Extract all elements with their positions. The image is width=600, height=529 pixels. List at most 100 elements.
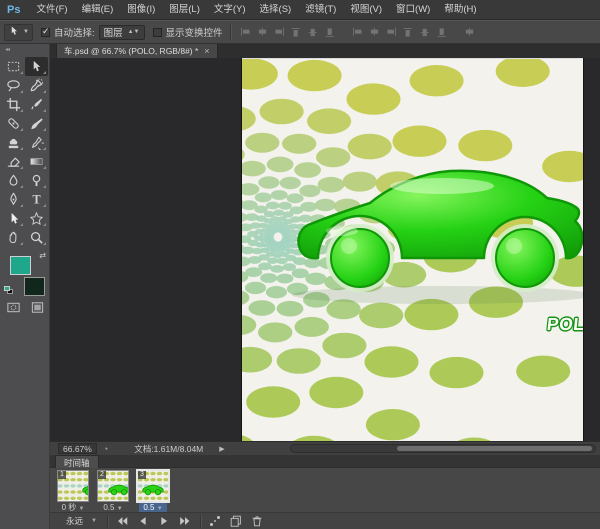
brush-tool[interactable]	[25, 114, 48, 133]
timeline-tab-bar: 时间轴	[50, 455, 600, 468]
show-transform-checkbox[interactable]	[152, 27, 162, 37]
menu-item-window[interactable]: 窗口(W)	[389, 0, 437, 20]
align-icon	[384, 25, 399, 40]
delete-frame-button[interactable]	[247, 514, 268, 529]
auto-select-target-dropdown[interactable]: 图层 ▲▼	[98, 24, 145, 40]
document-tab[interactable]: 车.psd @ 66.7% (POLO, RGB/8#) * ×	[56, 44, 218, 58]
first-frame-button[interactable]	[112, 514, 133, 529]
dodge-tool[interactable]	[25, 171, 48, 190]
align-icon	[238, 25, 253, 40]
swap-colors-icon[interactable]: ⇄	[39, 251, 46, 260]
canvas-image[interactable]: POLO	[242, 59, 583, 443]
tools-panel: ◂◂ T ⇄	[0, 44, 50, 529]
default-colors-icon[interactable]	[4, 286, 13, 294]
auto-select-label: 自动选择:	[53, 28, 95, 39]
align-icon	[272, 25, 287, 40]
pen-tool[interactable]	[2, 190, 25, 209]
type-tool[interactable]: T	[25, 190, 48, 209]
status-bar: 66.67% ◔ 文档:1.61M/8.04M ▶	[50, 441, 600, 455]
hand-tool[interactable]	[2, 228, 25, 247]
show-transform-label: 显示变换控件	[165, 28, 223, 39]
separator	[106, 514, 108, 528]
menu-item-filter[interactable]: 滤镜(T)	[298, 0, 343, 20]
quick-mask-icon[interactable]	[6, 300, 21, 320]
auto-select-target-value: 图层	[103, 28, 123, 39]
loop-count-dropdown[interactable]: 永远 ▼	[60, 515, 103, 527]
photoshop-window: Ps 文件(F) 编辑(E) 图像(I) 图层(L) 文字(Y) 选择(S) 滤镜(T) 视图…	[0, 0, 600, 529]
panel-collapse-icon[interactable]: ◂◂	[0, 44, 49, 57]
frame-number: 1	[58, 471, 66, 479]
timeline-panel: 时间轴 10 秒 ▼ 2 0.5 ▼ 3 0.5 ▼ 永远 ▼	[50, 455, 600, 529]
tab-timeline[interactable]: 时间轴	[55, 455, 99, 468]
crop-tool[interactable]	[2, 95, 25, 114]
frame-thumbnail[interactable]: 3	[136, 469, 170, 503]
close-icon[interactable]: ×	[204, 46, 209, 56]
menu-item-select[interactable]: 选择(S)	[253, 0, 299, 20]
eyedropper-tool[interactable]	[25, 95, 48, 114]
align-icon	[350, 25, 365, 40]
horizontal-scrollbar[interactable]	[290, 444, 596, 453]
animation-frame-2[interactable]: 2 0.5 ▼	[95, 470, 131, 512]
eraser-tool[interactable]	[2, 152, 25, 171]
spot-healing-brush-tool[interactable]	[2, 114, 25, 133]
align-icon	[462, 25, 477, 40]
chevron-down-icon: ▼	[23, 29, 29, 35]
move-tool[interactable]	[25, 57, 48, 76]
clone-stamp-tool[interactable]	[2, 133, 25, 152]
smudge-tool[interactable]	[2, 171, 25, 190]
animation-frame-3[interactable]: 3 0.5 ▼	[135, 469, 171, 514]
svg-text:T: T	[32, 193, 40, 207]
rectangular-marquee-tool[interactable]	[2, 57, 25, 76]
loop-count-value: 永远	[66, 516, 84, 526]
document-tab-bar: 车.psd @ 66.7% (POLO, RGB/8#) * ×	[50, 44, 600, 58]
align-icon	[306, 25, 321, 40]
separator	[229, 24, 231, 40]
gradient-tool[interactable]	[25, 152, 48, 171]
play-button[interactable]	[154, 514, 175, 529]
lasso-tool[interactable]	[2, 76, 25, 95]
menu-item-view[interactable]: 视图(V)	[343, 0, 389, 20]
auto-select-checkbox[interactable]	[40, 26, 50, 37]
ps-logo: Ps	[7, 3, 21, 16]
animation-frame-1[interactable]: 10 秒 ▼	[55, 470, 104, 512]
history-brush-tool[interactable]	[25, 133, 48, 152]
foreground-color-swatch[interactable]	[10, 256, 31, 275]
menu-item-layer[interactable]: 图层(L)	[162, 0, 207, 20]
menu-item-help[interactable]: 帮助(H)	[437, 0, 483, 20]
canvas-workspace: POLO	[50, 58, 600, 443]
menu-item-type[interactable]: 文字(Y)	[207, 0, 253, 20]
tool-grid: T	[0, 57, 49, 247]
quick-selection-tool[interactable]	[25, 76, 48, 95]
align-icon	[401, 25, 416, 40]
menu-items: 文件(F) 编辑(E) 图像(I) 图层(L) 文字(Y) 选择(S) 滤镜(T) 视图(V)…	[29, 0, 483, 20]
document-size-info: 文档:1.61M/8.04M	[134, 443, 204, 454]
align-distribute-icons	[238, 25, 477, 40]
status-menu-arrow-icon[interactable]: ▶	[219, 445, 224, 453]
custom-shape-tool[interactable]	[25, 209, 48, 228]
align-icon	[255, 25, 270, 40]
frame-thumbnail[interactable]: 1	[57, 470, 104, 502]
menu-item-edit[interactable]: 编辑(E)	[75, 0, 121, 20]
align-icon	[323, 25, 338, 40]
zoom-level-field[interactable]: 66.67%	[58, 443, 97, 454]
menu-item-file[interactable]: 文件(F)	[29, 0, 74, 20]
background-color-swatch[interactable]	[24, 277, 45, 296]
frame-number: 2	[98, 471, 106, 479]
artwork-text: POLO	[546, 314, 583, 334]
frame-number: 3	[138, 471, 146, 479]
screen-mode-icon[interactable]	[30, 300, 45, 320]
duplicate-frame-button[interactable]	[226, 514, 247, 529]
next-frame-button[interactable]	[175, 514, 196, 529]
align-icon	[289, 25, 304, 40]
zoom-tool[interactable]	[25, 228, 48, 247]
align-icon	[418, 25, 433, 40]
path-selection-tool[interactable]	[2, 209, 25, 228]
previous-frame-button[interactable]	[133, 514, 154, 529]
frame-thumbnail[interactable]: 2	[97, 470, 130, 502]
menu-item-image[interactable]: 图像(I)	[120, 0, 162, 20]
tween-button[interactable]	[205, 514, 226, 529]
scrollbar-thumb[interactable]	[397, 446, 592, 451]
tool-preset-picker[interactable]: ▼	[4, 23, 33, 41]
chevron-down-icon: ▼	[91, 518, 97, 524]
color-swatches: ⇄	[4, 251, 46, 296]
